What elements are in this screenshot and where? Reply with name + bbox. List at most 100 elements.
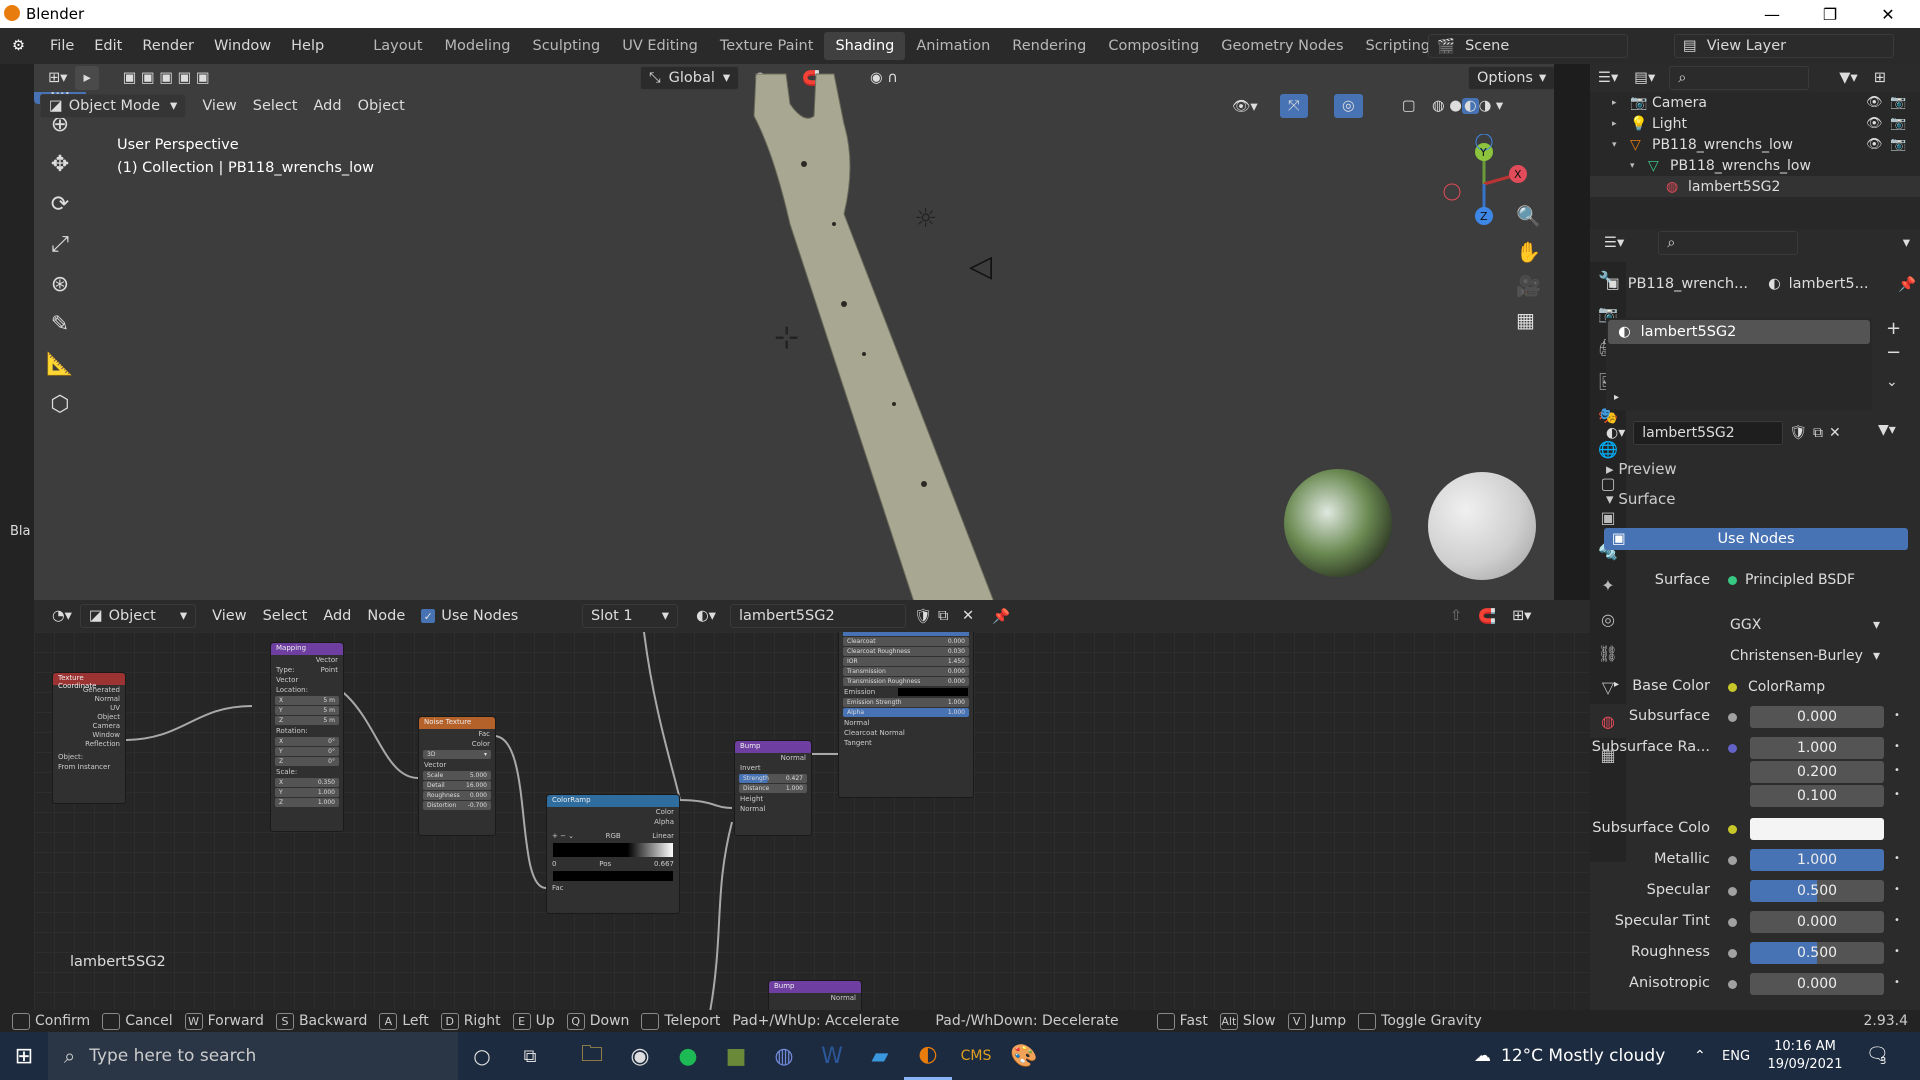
node-bump[interactable]: Bump Normal Invert Strength 0.427 Distanc… [734, 740, 812, 836]
task-view-icon[interactable]: ⧉ [506, 1032, 554, 1080]
mapping-scl-x[interactable]: X 0.350 [275, 778, 339, 787]
prop-field-subsurface[interactable]: 0.000 [1750, 706, 1884, 728]
menu-help[interactable]: Help [281, 38, 334, 54]
fake-user-icon[interactable]: 🛡 [914, 608, 932, 625]
socket-dot[interactable] [1728, 918, 1737, 927]
visibility-icon[interactable]: 👁▾ [1224, 94, 1266, 118]
camera-view-icon[interactable]: 🎥 [1516, 274, 1541, 298]
node-snap-mode[interactable]: ⊞▾ [1512, 608, 1531, 624]
physics-tab-icon[interactable]: ◎ [1590, 602, 1626, 636]
socket-dot[interactable] [1728, 713, 1737, 722]
fake-user-button[interactable]: 🛡 [1789, 425, 1807, 441]
scene-selector[interactable]: 🎬 Scene [1428, 34, 1628, 58]
bsdf-field-clearcoat-roughness[interactable]: Clearcoat Roughness 0.030 [843, 647, 969, 656]
rotate-tool[interactable]: ⟳ [34, 184, 86, 224]
prop-field-subsurface-ra[interactable]: 1.000 [1750, 737, 1884, 759]
preview-panel-header[interactable]: ▸ Preview [1606, 460, 1677, 478]
noise-field-scale[interactable]: Scale 5.000 [423, 771, 491, 780]
socket-dot[interactable] [1728, 856, 1737, 865]
pan-hand-icon[interactable]: ✋ [1516, 240, 1541, 264]
keyframe-dot-icon[interactable]: • [1894, 789, 1900, 800]
render-camera-icon[interactable]: 📷 [1890, 95, 1906, 110]
prop-field-specular[interactable]: 0.500 [1750, 880, 1884, 902]
viewport-menu-select[interactable]: Select [245, 94, 306, 118]
paint-icon[interactable]: 🎨 [1000, 1032, 1048, 1080]
socket-dot[interactable] [1728, 949, 1737, 958]
mapping-loc-z[interactable]: Z 5 m [275, 716, 339, 725]
move-tool[interactable]: ✥ [34, 144, 86, 184]
material-slot-item[interactable]: ◐ lambert5SG2 [1608, 320, 1870, 344]
blender-menu-icon[interactable]: ⚙ [12, 38, 32, 54]
options-dropdown[interactable]: Options ▾ [1468, 66, 1554, 90]
slot-specials-button[interactable]: ⌄ [1886, 374, 1898, 390]
noise-field-distortion[interactable]: Distortion -0.700 [423, 801, 491, 810]
tab-sculpting[interactable]: Sculpting [521, 32, 611, 60]
visibility-eye-icon[interactable]: 👁 [1866, 95, 1883, 110]
keyframe-dot-icon[interactable]: • [1894, 946, 1900, 957]
outliner-item[interactable]: ▸ 📷 Camera 👁 📷 [1590, 92, 1920, 113]
unlink-icon[interactable]: ✕ [962, 608, 974, 624]
properties-search[interactable]: ⌕ [1658, 231, 1799, 255]
tab-texture-paint[interactable]: Texture Paint [709, 32, 825, 60]
keyframe-dot-icon[interactable]: • [1894, 884, 1900, 895]
tab-animation[interactable]: Animation [905, 32, 1001, 60]
use-nodes-button[interactable]: ▣ Use Nodes [1604, 528, 1908, 550]
cms-icon[interactable]: CMS [952, 1032, 1000, 1080]
tab-uv-editing[interactable]: UV Editing [611, 32, 709, 60]
add-slot-button[interactable]: + [1886, 318, 1901, 339]
mapping-loc-y[interactable]: Y 5 m [275, 706, 339, 715]
node-bump-2[interactable]: Bump Normal [768, 980, 862, 1010]
sss-method-dropdown[interactable]: Christensen-Burley ▾ [1722, 645, 1888, 667]
render-camera-icon[interactable]: 📷 [1890, 116, 1906, 131]
prop-field-subsurface-radius-4[interactable]: 0.100 [1750, 785, 1884, 807]
slot-dropdown[interactable]: Slot 1 ▾ [582, 604, 678, 628]
new-material-button[interactable]: ⧉ [1813, 425, 1823, 441]
properties-editor-type[interactable]: ☰▾ [1596, 231, 1632, 255]
node-texture-coordinate[interactable]: Texture Coordinate Generated Normal UV Obje… [52, 672, 126, 804]
language-indicator[interactable]: ENG [1722, 1049, 1750, 1064]
material-slot-list[interactable]: ◐ lambert5SG2 ▸ [1606, 318, 1872, 410]
node-principled-bsdf[interactable]: Clearcoat 0.000 Clearcoat Roughness 0.030 IO… [838, 632, 974, 798]
emission-strength-value[interactable]: 1.000 [948, 699, 965, 706]
node-menu-select[interactable]: Select [255, 604, 316, 628]
expand-arrow-icon[interactable]: ▸ [1614, 679, 1619, 690]
menu-render[interactable]: Render [132, 38, 204, 54]
snap-nodes-icon[interactable]: 🧲 [1478, 608, 1496, 625]
remove-slot-button[interactable]: − [1886, 342, 1901, 363]
3d-viewport[interactable]: ⊞▾ ▸ ▣ ▣ ▣ ▣ ▣ ⤡ Global▾ ⊙▾ 🧲 ▾ ◉ ∩ Opti… [34, 64, 1554, 602]
list-expand-icon[interactable]: ▸ [1614, 392, 1619, 403]
maximize-button[interactable]: ❐ [1801, 0, 1859, 28]
keyframe-dot-icon[interactable]: • [1894, 741, 1900, 752]
unlink-material-button[interactable]: ✕ [1829, 425, 1841, 441]
ramp-stop-color[interactable] [553, 871, 673, 881]
minecraft-icon[interactable]: ■ [712, 1032, 760, 1080]
outliner-item[interactable]: ▸ 💡 Light 👁 📷 [1590, 113, 1920, 134]
type-value[interactable]: Point [321, 666, 338, 674]
render-camera-icon[interactable]: 📷 [1890, 137, 1906, 152]
blender-taskbar-icon[interactable]: ◐ [904, 1032, 952, 1080]
file-explorer-icon[interactable]: 🗀 [568, 1032, 616, 1080]
expand-arrow-icon[interactable]: ▸ [1612, 119, 1630, 129]
menu-window[interactable]: Window [204, 38, 281, 54]
tab-rendering[interactable]: Rendering [1001, 32, 1097, 60]
overlay-toggle-icon[interactable]: ◎ [1334, 94, 1363, 118]
zoom-icon[interactable]: 🔍 [1516, 204, 1541, 228]
expand-arrow-icon[interactable]: ▾ [1630, 161, 1648, 171]
visibility-eye-icon[interactable]: 👁 [1866, 116, 1883, 131]
ramp-mode[interactable]: RGB [606, 832, 621, 840]
gizmo-toggle-icon[interactable]: ⤧ [1280, 94, 1308, 118]
taskbar-search[interactable]: ⌕ Type here to search [48, 1032, 458, 1080]
pin-context-icon[interactable]: 📌 [1898, 276, 1916, 293]
bsdf-field-transmission[interactable]: Transmission 0.000 [843, 667, 969, 676]
minimize-button[interactable]: — [1743, 0, 1801, 28]
socket-dot[interactable] [1728, 980, 1737, 989]
material-datablock-field[interactable]: lambert5SG2 [1633, 421, 1784, 445]
tray-chevron-icon[interactable]: ⌃ [1694, 1048, 1706, 1064]
noise-dim[interactable]: 3D [427, 751, 435, 758]
prop-field-specular-tint[interactable]: 0.000 [1750, 911, 1884, 933]
xray-icon[interactable]: ▢ [1394, 94, 1424, 118]
chrome-icon[interactable]: ◉ [616, 1032, 664, 1080]
shading-modes[interactable]: ◍ ● ◐ ◑ ▾ [1424, 94, 1511, 118]
material-context-label[interactable]: lambert5... [1789, 276, 1869, 292]
alpha-value[interactable]: 1.000 [948, 709, 965, 716]
